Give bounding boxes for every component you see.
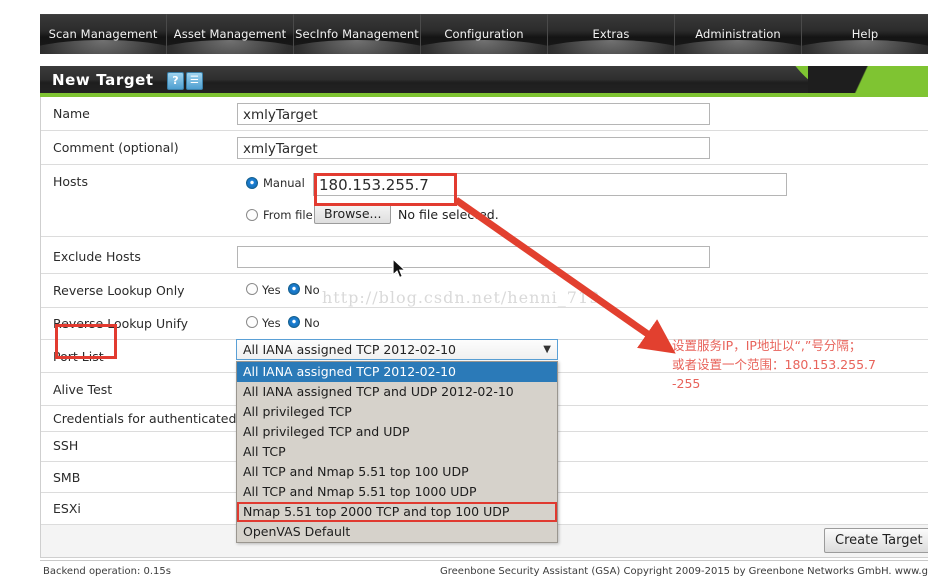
- nav-label: Configuration: [444, 27, 524, 41]
- nav-item-secinfo-management[interactable]: SecInfo Management: [294, 14, 421, 54]
- form-row-hosts: Hosts Manual 180.153.255.7 From file Bro…: [41, 165, 928, 237]
- nav-label: Administration: [695, 27, 781, 41]
- list-icon[interactable]: ☰: [186, 72, 203, 90]
- footer-divider: [40, 560, 928, 561]
- label-ssh: SSH: [53, 438, 79, 453]
- hosts-fromfile-radio[interactable]: [246, 209, 258, 221]
- help-icon[interactable]: ?: [167, 72, 184, 90]
- nav-item-scan-management[interactable]: Scan Management: [40, 14, 167, 54]
- create-target-button[interactable]: Create Target: [824, 528, 928, 553]
- comment-input[interactable]: xmlyTarget: [237, 137, 710, 159]
- form-row-comment: Comment (optional) xmlyTarget: [41, 131, 928, 165]
- dropdown-option[interactable]: OpenVAS Default: [237, 522, 557, 542]
- page-title: New Target: [52, 71, 154, 89]
- screenshot-root: Scan Management Asset Management SecInfo…: [0, 0, 928, 578]
- hosts-manual-radio[interactable]: [246, 177, 258, 189]
- nav-item-extras[interactable]: Extras: [548, 14, 675, 54]
- dropdown-option[interactable]: All TCP: [237, 442, 557, 462]
- annotation-note-line-1: 设置服务IP，IP地址以“,”号分隔；: [672, 338, 862, 353]
- dropdown-option[interactable]: All privileged TCP and UDP: [237, 422, 557, 442]
- reverse-lookup-unify-yes-label: Yes: [262, 316, 281, 330]
- footer-copyright: Greenbone Security Assistant (GSA) Copyr…: [440, 566, 928, 577]
- label-esxi: ESXi: [53, 501, 81, 516]
- main-navigation: Scan Management Asset Management SecInfo…: [40, 14, 928, 54]
- label-name: Name: [53, 106, 90, 121]
- form-row-name: Name xmlyTarget: [41, 97, 928, 131]
- reverse-lookup-unify-yes-radio[interactable]: [246, 316, 258, 328]
- dropdown-option[interactable]: All privileged TCP: [237, 402, 557, 422]
- dropdown-option[interactable]: All TCP and Nmap 5.51 top 1000 UDP: [237, 482, 557, 502]
- dropdown-option[interactable]: All TCP and Nmap 5.51 top 100 UDP: [237, 462, 557, 482]
- port-list-select[interactable]: All IANA assigned TCP 2012-02-10 ▼: [236, 339, 558, 360]
- annotation-note: 设置服务IP，IP地址以“,”号分隔； 或者设置一个范围：180.153.255…: [672, 336, 922, 393]
- hosts-manual-label: Manual: [263, 176, 305, 190]
- form-row-reverse-lookup-only: Reverse Lookup Only Yes No: [41, 274, 928, 308]
- nav-label: Extras: [592, 27, 630, 41]
- hosts-manual-input[interactable]: 180.153.255.7: [313, 173, 787, 196]
- green-accent-mask: [808, 66, 928, 96]
- label-port-list: Port List: [53, 349, 104, 364]
- nav-item-configuration[interactable]: Configuration: [421, 14, 548, 54]
- nav-label: Scan Management: [48, 27, 158, 41]
- browse-button[interactable]: Browse...: [314, 203, 392, 224]
- port-list-selected-value: All IANA assigned TCP 2012-02-10: [243, 342, 456, 357]
- title-accent-underline: [40, 93, 928, 97]
- hosts-fromfile-label: From file: [263, 208, 313, 222]
- nav-label: SecInfo Management: [295, 27, 419, 41]
- reverse-lookup-unify-no-radio[interactable]: [288, 316, 300, 328]
- nav-item-help[interactable]: Help: [802, 14, 928, 54]
- form-row-exclude-hosts: Exclude Hosts: [41, 237, 928, 274]
- nav-item-administration[interactable]: Administration: [675, 14, 802, 54]
- no-file-selected-text: No file selected.: [398, 207, 499, 222]
- label-smb: SMB: [53, 470, 81, 485]
- footer-backend-operation: Backend operation: 0.15s: [43, 566, 171, 577]
- reverse-lookup-only-yes-radio[interactable]: [246, 283, 258, 295]
- label-hosts: Hosts: [53, 174, 88, 189]
- reverse-lookup-only-yes-label: Yes: [262, 283, 281, 297]
- exclude-hosts-input[interactable]: [237, 246, 710, 268]
- label-exclude-hosts: Exclude Hosts: [53, 249, 141, 264]
- panel-titlebar: New Target ? ☰: [40, 66, 928, 96]
- label-comment: Comment (optional): [53, 140, 179, 155]
- chevron-down-icon: ▼: [543, 344, 551, 355]
- nav-item-asset-management[interactable]: Asset Management: [167, 14, 294, 54]
- nav-label: Help: [851, 27, 879, 41]
- dropdown-option[interactable]: All IANA assigned TCP 2012-02-10: [237, 362, 557, 382]
- port-list-dropdown[interactable]: All IANA assigned TCP 2012-02-10 All IAN…: [236, 361, 558, 543]
- label-reverse-lookup-unify: Reverse Lookup Unify: [53, 316, 189, 331]
- annotation-note-line-2: 或者设置一个范围：180.153.255.7: [672, 357, 876, 372]
- reverse-lookup-only-no-label: No: [304, 283, 320, 297]
- label-alive-test: Alive Test: [53, 382, 113, 397]
- reverse-lookup-only-no-radio[interactable]: [288, 283, 300, 295]
- label-reverse-lookup-only: Reverse Lookup Only: [53, 283, 185, 298]
- nav-label: Asset Management: [173, 27, 287, 41]
- dropdown-option[interactable]: All IANA assigned TCP and UDP 2012-02-10: [237, 382, 557, 402]
- reverse-lookup-unify-no-label: No: [304, 316, 320, 330]
- name-input[interactable]: xmlyTarget: [237, 103, 710, 125]
- dropdown-option-highlighted[interactable]: Nmap 5.51 top 2000 TCP and top 100 UDP: [237, 502, 557, 522]
- annotation-note-line-3: -255: [672, 376, 701, 391]
